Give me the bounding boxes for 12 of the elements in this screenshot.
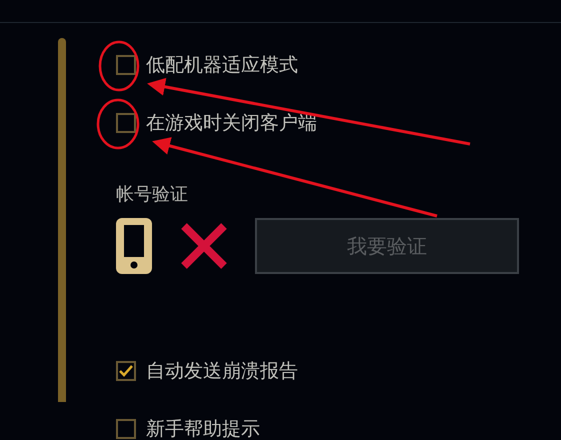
checkbox[interactable] [116, 113, 136, 133]
option-label: 低配机器适应模式 [146, 53, 298, 78]
option-label: 新手帮助提示 [146, 417, 260, 440]
option-label: 在游戏时关闭客户端 [146, 111, 317, 136]
annotation-circle [98, 40, 140, 92]
checkbox[interactable] [116, 419, 136, 439]
option-label: 自动发送崩溃报告 [146, 359, 298, 384]
phone-icon [116, 218, 152, 274]
section-title: 帐号验证 [116, 183, 189, 206]
annotation-circle [96, 98, 140, 150]
checkbox[interactable] [116, 55, 136, 75]
checkbox[interactable] [116, 361, 136, 381]
